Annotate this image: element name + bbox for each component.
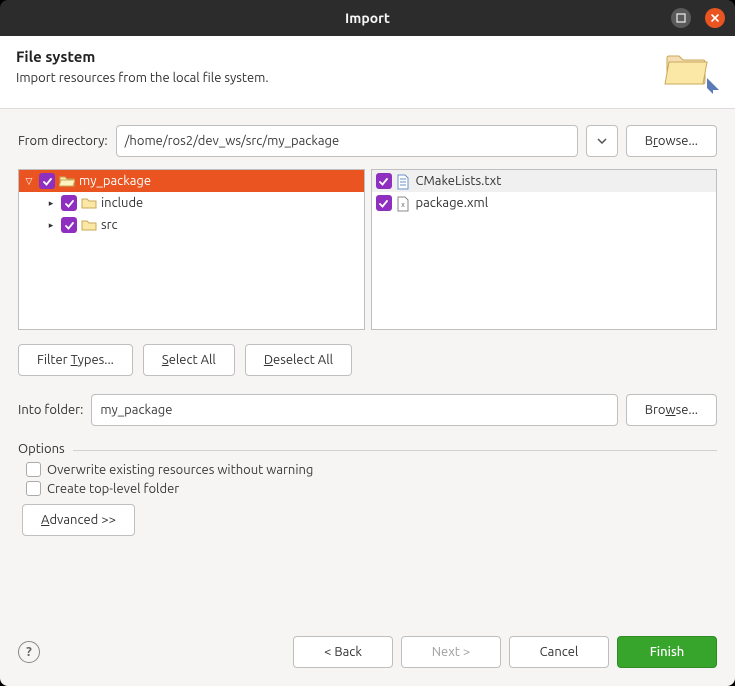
wizard-header: File system Import resources from the lo… (0, 36, 735, 109)
tree-item[interactable]: ▸ src (19, 214, 364, 236)
folder-tree[interactable]: ▽ my_package ▸ (18, 169, 365, 330)
tree-item-label: my_package (79, 174, 151, 188)
expand-icon[interactable]: ▸ (45, 220, 57, 231)
from-browse-button[interactable]: Browse... (626, 125, 717, 157)
checkbox-checked-icon[interactable] (61, 195, 77, 211)
select-all-button[interactable]: Select All (143, 344, 235, 376)
folder-banner-icon (663, 48, 719, 94)
expand-icon[interactable]: ▽ (23, 176, 35, 187)
tree-item-root[interactable]: ▽ my_package (19, 170, 364, 192)
into-folder-row: Into folder: my_package Browse... (18, 394, 717, 426)
list-item[interactable]: x package.xml (372, 192, 717, 214)
finish-button[interactable]: Finish (617, 636, 717, 668)
cancel-button[interactable]: Cancel (509, 636, 609, 668)
next-button: Next > (401, 636, 501, 668)
svg-text:x: x (401, 201, 405, 209)
back-button[interactable]: < Back (293, 636, 393, 668)
options-group: Options Overwrite existing resources wit… (18, 442, 717, 536)
from-directory-input[interactable]: /home/ros2/dev_ws/src/my_package (116, 125, 578, 157)
file-label: package.xml (416, 196, 489, 210)
expand-icon[interactable]: ▸ (45, 198, 57, 209)
options-legend: Options (18, 442, 67, 456)
wizard-footer: ? < Back Next > Cancel Finish (0, 622, 735, 686)
create-top-level-option[interactable]: Create top-level folder (18, 479, 717, 498)
overwrite-option[interactable]: Overwrite existing resources without war… (18, 460, 717, 479)
chevron-down-icon (597, 138, 607, 144)
folder-icon (81, 218, 97, 232)
list-item[interactable]: CMakeLists.txt (372, 170, 717, 192)
import-dialog: Import File system Import resources from… (0, 0, 735, 686)
from-directory-value: /home/ros2/dev_ws/src/my_package (125, 134, 340, 148)
deselect-all-button[interactable]: Deselect All (245, 344, 352, 376)
folder-icon (81, 196, 97, 210)
from-directory-dropdown[interactable] (586, 125, 618, 157)
filter-types-button[interactable]: Filter Types... (18, 344, 133, 376)
checkbox-checked-icon[interactable] (39, 173, 55, 189)
help-button[interactable]: ? (18, 641, 40, 663)
text-file-icon (396, 174, 412, 188)
from-directory-row: From directory: /home/ros2/dev_ws/src/my… (18, 125, 717, 157)
from-directory-label: From directory: (18, 134, 108, 148)
file-label: CMakeLists.txt (416, 174, 502, 188)
checkbox-checked-icon[interactable] (61, 217, 77, 233)
resource-panes: ▽ my_package ▸ (18, 169, 717, 330)
page-title: File system (16, 48, 269, 65)
into-folder-input[interactable]: my_package (91, 394, 617, 426)
titlebar: Import (0, 0, 735, 36)
window-title: Import (0, 10, 735, 26)
content-area: File system Import resources from the lo… (0, 36, 735, 686)
close-button[interactable] (705, 8, 725, 28)
checkbox-checked-icon[interactable] (376, 195, 392, 211)
selection-button-row: Filter Types... Select All Deselect All (18, 344, 717, 376)
into-folder-label: Into folder: (18, 403, 83, 417)
wizard-body: From directory: /home/ros2/dev_ws/src/my… (0, 109, 735, 622)
into-browse-button[interactable]: Browse... (626, 394, 717, 426)
checkbox-checked-icon[interactable] (376, 173, 392, 189)
xml-file-icon: x (396, 196, 412, 210)
advanced-button[interactable]: Advanced >> (22, 504, 135, 536)
tree-item[interactable]: ▸ include (19, 192, 364, 214)
file-list[interactable]: CMakeLists.txt x package.xml (371, 169, 718, 330)
checkbox-unchecked-icon[interactable] (26, 462, 41, 477)
checkbox-unchecked-icon[interactable] (26, 481, 41, 496)
tree-item-label: src (101, 218, 118, 232)
page-subtitle: Import resources from the local file sys… (16, 71, 269, 85)
minimize-button[interactable] (671, 8, 691, 28)
tree-item-label: include (101, 196, 143, 210)
into-folder-value: my_package (100, 403, 172, 417)
folder-open-icon (59, 174, 75, 188)
